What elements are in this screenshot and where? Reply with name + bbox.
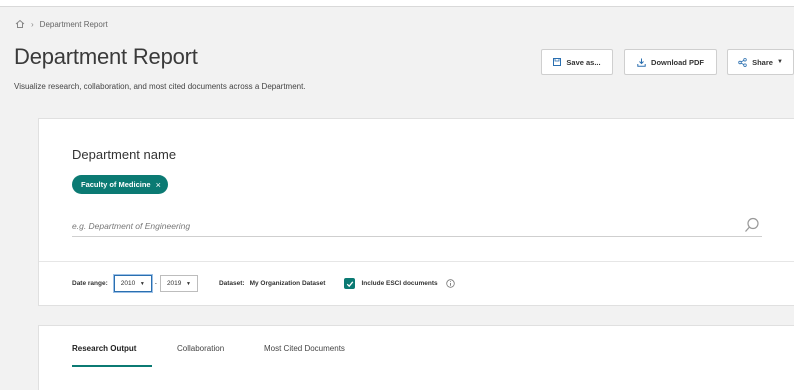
- department-search-input[interactable]: [72, 215, 762, 237]
- chevron-right-icon: ›: [31, 19, 34, 29]
- department-chip[interactable]: Faculty of Medicine ×: [72, 175, 168, 194]
- dataset-value: My Organization Dataset: [249, 280, 326, 287]
- info-icon[interactable]: [445, 279, 455, 288]
- card-divider: [39, 261, 794, 262]
- breadcrumb: › Department Report: [15, 19, 108, 29]
- page-title: Department Report: [14, 44, 198, 69]
- checkmark-icon: [346, 280, 354, 287]
- chevron-down-icon: ▼: [139, 280, 145, 287]
- start-year-value: 2010: [120, 280, 136, 287]
- page-subtitle: Visualize research, collaboration, and m…: [14, 82, 306, 91]
- range-dash: -: [154, 280, 157, 287]
- department-chip-label: Faculty of Medicine: [81, 180, 151, 189]
- end-year-select[interactable]: 2019 ▼: [159, 275, 198, 292]
- share-label: Share: [752, 57, 773, 67]
- dataset-label: Dataset:: [218, 280, 245, 287]
- save-icon: [553, 58, 562, 66]
- esci-checkbox[interactable]: [344, 278, 356, 289]
- chip-remove-icon[interactable]: ×: [156, 180, 161, 190]
- filter-row: Date range: 2010 ▼ - 2019 ▼ Dataset: My …: [72, 275, 455, 292]
- report-tabs-card: Research Output Collaboration Most Cited…: [38, 325, 794, 390]
- date-range-label: Date range:: [72, 280, 108, 287]
- top-bar: [0, 0, 794, 7]
- home-icon[interactable]: [15, 19, 25, 29]
- esci-label: Include ESCI documents: [361, 280, 438, 287]
- department-filter-card: Department name Faculty of Medicine × Da…: [38, 118, 794, 306]
- end-year-value: 2019: [166, 280, 182, 287]
- breadcrumb-current: Department Report: [39, 19, 108, 29]
- tab-collaboration[interactable]: Collaboration: [177, 344, 224, 353]
- share-icon: [738, 57, 747, 67]
- caret-down-icon: ▼: [776, 59, 783, 65]
- tab-most-cited-documents[interactable]: Most Cited Documents: [264, 344, 345, 353]
- save-as-button[interactable]: Save as...: [541, 49, 613, 75]
- save-as-label: Save as...: [566, 57, 601, 67]
- tab-research-output[interactable]: Research Output: [72, 344, 136, 353]
- download-icon: [637, 58, 646, 67]
- chevron-down-icon: ▼: [185, 280, 191, 287]
- search-icon[interactable]: [744, 217, 760, 233]
- share-button[interactable]: Share ▼: [727, 49, 794, 75]
- active-tab-indicator: [72, 365, 152, 367]
- department-name-label: Department name: [72, 147, 177, 162]
- download-pdf-label: Download PDF: [651, 57, 704, 67]
- download-pdf-button[interactable]: Download PDF: [624, 49, 717, 75]
- start-year-select[interactable]: 2010 ▼: [113, 275, 152, 292]
